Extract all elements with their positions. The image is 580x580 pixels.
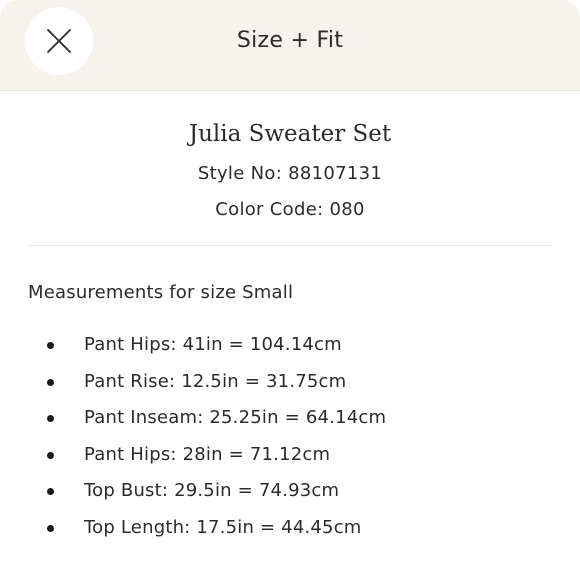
color-code: Color Code: 080 (215, 199, 365, 220)
list-item: Pant Inseam: 25.25in = 64.14cm (0, 407, 580, 444)
sheet-title: Size + Fit (236, 28, 344, 53)
measurement-text: Pant Inseam: 25.25in = 64.14cm (84, 407, 387, 429)
measurements-list: Pant Hips: 41in = 104.14cm Pant Rise: 12… (0, 334, 580, 554)
bullet-icon (47, 488, 54, 496)
list-item: Pant Rise: 12.5in = 31.75cm (0, 371, 580, 408)
list-item: Top Bust: 29.5in = 74.93cm (0, 480, 580, 517)
measurement-text: Pant Rise: 12.5in = 31.75cm (84, 370, 347, 392)
list-item: Top Length: 17.5in = 44.45cm (0, 517, 580, 554)
bullet-icon (47, 451, 54, 459)
bullet-icon (47, 415, 54, 423)
measurements-heading: Measurements for size Small (28, 282, 294, 303)
bullet-icon (47, 524, 54, 532)
measurement-text: Top Length: 17.5in = 44.45cm (84, 516, 362, 538)
sheet-header: Size + Fit (0, 0, 580, 91)
product-info: Julia Sweater Set Style No: 88107131 Col… (0, 91, 580, 221)
list-item: Pant Hips: 28in = 71.12cm (0, 444, 580, 481)
bullet-icon (47, 378, 54, 386)
bullet-icon (47, 342, 54, 349)
measurement-text: Pant Hips: 28in = 71.12cm (84, 443, 331, 465)
list-item: Pant Hips: 41in = 104.14cm (0, 334, 580, 371)
measurement-text: Pant Hips: 41in = 104.14cm (84, 334, 342, 355)
size-fit-sheet: Size + Fit Julia Sweater Set Style No: 8… (0, 0, 580, 580)
section-divider (28, 245, 552, 246)
measurement-text: Top Bust: 29.5in = 74.93cm (84, 480, 340, 502)
product-name: Julia Sweater Set (188, 121, 392, 147)
style-number: Style No: 88107131 (197, 163, 383, 184)
